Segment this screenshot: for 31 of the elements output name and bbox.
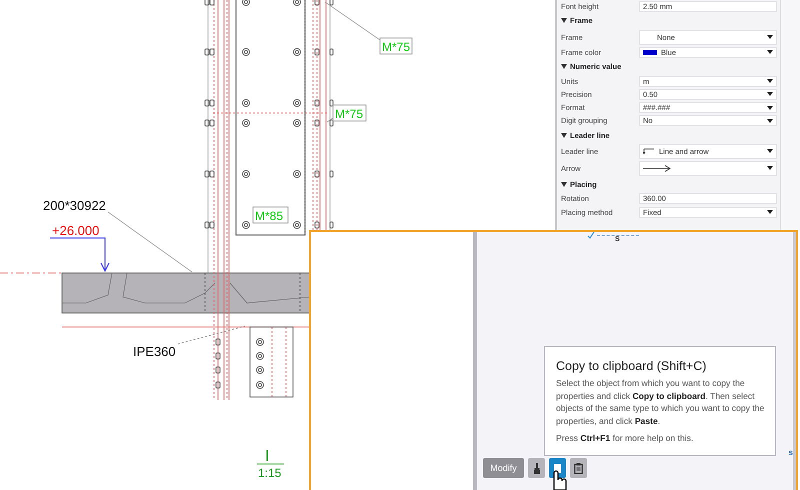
caret-icon	[767, 50, 773, 54]
profile-label: IPE360	[133, 344, 176, 359]
check-icon	[587, 232, 595, 239]
arrow-icon	[643, 164, 671, 172]
tooltip-text: Select the object from which you want to copy the properties and click Copy to clipboard. Then select objects of the same type to which you want to copy the properties, and click Paste.	[556, 376, 765, 428]
elevation-marker	[50, 238, 110, 272]
caret-icon	[767, 166, 773, 170]
caret-icon	[767, 106, 773, 110]
scale-label: 1:15	[258, 466, 282, 480]
clipboard-icon	[574, 462, 583, 474]
copy-button[interactable]	[549, 458, 566, 478]
caret-icon	[767, 118, 773, 123]
caret-icon	[767, 79, 773, 84]
property-dropdown[interactable]	[639, 160, 777, 176]
caret-icon	[767, 35, 773, 40]
caret-icon	[767, 92, 773, 96]
brush-icon	[532, 462, 540, 474]
brush-button[interactable]	[528, 458, 545, 478]
caret-icon	[767, 149, 773, 154]
paste-button[interactable]	[570, 458, 587, 478]
marker-label: s	[788, 448, 793, 457]
elevation-label: +26.000	[52, 223, 100, 238]
bolt-tag: M*75	[332, 104, 366, 122]
bolt-tag: M*85	[252, 206, 288, 224]
tooltip-text: Press Ctrl+F1 for more help on this.	[556, 432, 694, 445]
tooltip-title: Copy to clipboard (Shift+C)	[556, 360, 708, 373]
caret-icon	[767, 210, 773, 214]
bolt-tag: M*75	[380, 38, 412, 54]
leader-line-icon	[643, 147, 655, 156]
plate-label: 200*30922	[43, 198, 106, 213]
detail-mark: I	[265, 448, 270, 465]
